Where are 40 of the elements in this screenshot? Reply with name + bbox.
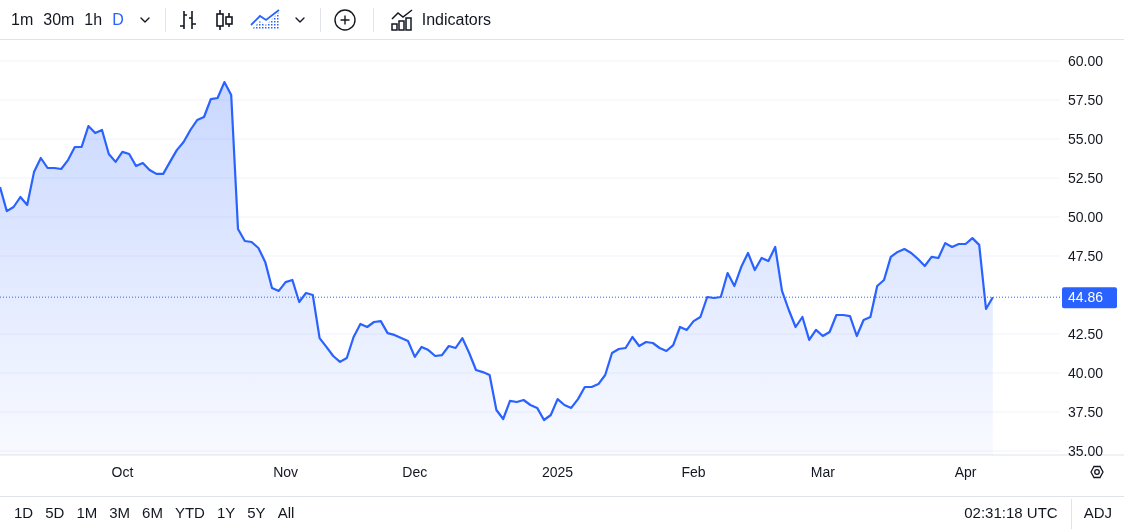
bar-chart-icon[interactable] [177,8,198,31]
price-axis-label: 47.50 [1068,248,1104,264]
price-axis-label: 52.50 [1068,170,1104,186]
price-axis-label: 35.00 [1068,443,1104,459]
time-axis-label: Feb [681,464,706,480]
time-axis-label: Oct [111,464,134,480]
range-button[interactable]: All [272,500,300,527]
range-button[interactable]: 3M [104,500,136,527]
interval-button[interactable]: D [107,5,129,34]
price-axis-label: 55.00 [1068,131,1104,147]
time-axis-label: Nov [273,464,299,480]
range-button[interactable]: 5D [40,500,70,527]
range-button[interactable]: 1Y [211,500,241,527]
indicators-icon [389,8,414,31]
price-axis-label: 60.00 [1068,53,1104,69]
interval-button[interactable]: 30m [38,5,80,34]
price-axis-label: 42.50 [1068,326,1104,342]
price-axis-label: 50.00 [1068,209,1104,225]
range-button[interactable]: 6M [137,500,168,527]
interval-button[interactable]: 1h [79,5,108,34]
area-chart-icon[interactable] [249,8,280,31]
add-icon[interactable] [332,7,357,32]
range-button[interactable]: 1D [9,500,39,527]
time-axis-label: Mar [810,464,835,480]
price-axis-label: 57.50 [1068,92,1104,108]
indicators-button[interactable]: Indicators [389,5,492,34]
time-axis-label: Dec [402,464,428,480]
time-axis-label: 2025 [542,464,574,480]
candlestick-icon[interactable] [213,8,234,31]
settings-icon[interactable] [1090,465,1104,479]
adj-button[interactable]: ADJ [1071,500,1124,527]
range-button[interactable]: 1M [71,500,103,527]
time-axis-label: Apr [954,464,977,480]
range-button[interactable]: YTD [169,500,210,527]
clock-time: 02:31:18 UTC [964,503,1059,524]
interval-button[interactable]: 1m [6,5,39,34]
price-tag: 44.86 [1062,287,1117,309]
price-axis-label: 40.00 [1068,365,1104,381]
price-axis-label: 37.50 [1068,404,1104,420]
range-button[interactable]: 5Y [242,500,271,527]
